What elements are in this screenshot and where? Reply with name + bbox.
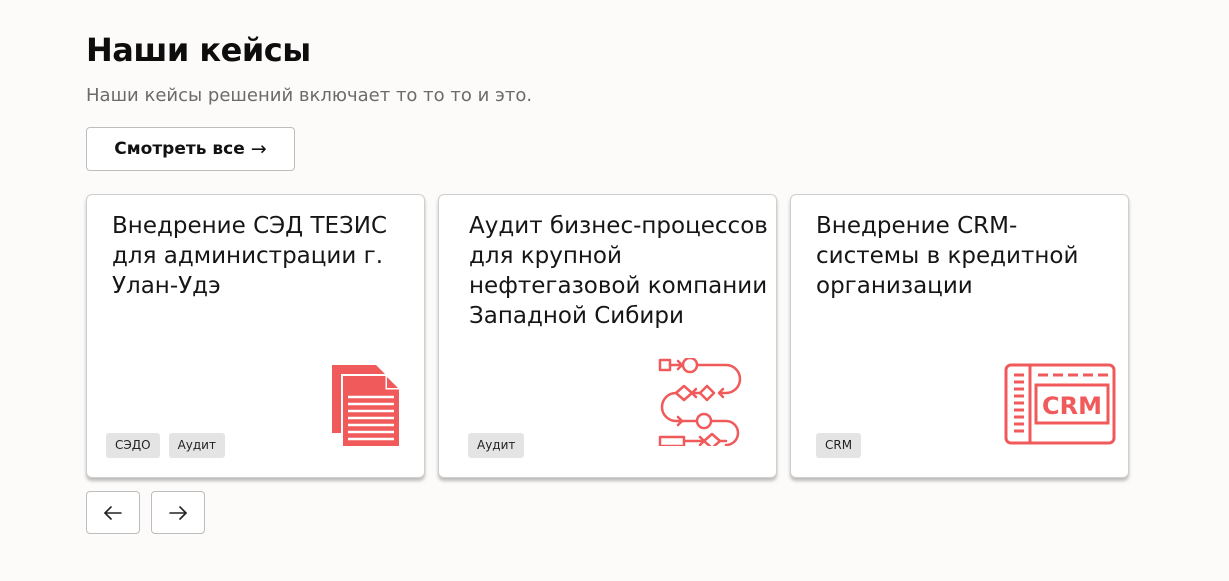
case-card[interactable]: Внедрение СЭД ТЕЗИС для администрации г.… <box>86 194 425 478</box>
case-card-title: Аудит бизнес-процессов для крупной нефте… <box>469 213 768 329</box>
section-subtitle: Наши кейсы решений включает то то то и э… <box>86 85 533 106</box>
tag[interactable]: Аудит <box>468 433 525 458</box>
case-card[interactable]: Внедрение CRM-системы в кредитной органи… <box>790 194 1129 478</box>
tag[interactable]: Аудит <box>168 433 225 458</box>
view-all-button[interactable]: Смотреть все → <box>86 127 295 171</box>
case-card-title: Внедрение СЭД ТЕЗИС для администрации г.… <box>112 213 388 299</box>
crm-icon: CRM <box>1004 363 1116 445</box>
view-all-label: Смотреть все <box>114 139 245 159</box>
case-card-title: Внедрение CRM-системы в кредитной органи… <box>816 213 1079 299</box>
arrow-right-icon <box>169 505 187 520</box>
tag[interactable]: CRM <box>816 433 862 458</box>
process-flow-icon <box>658 358 742 446</box>
section-title: Наши кейсы <box>86 31 311 69</box>
arrow-right-icon: → <box>250 138 267 160</box>
case-card[interactable]: Аудит бизнес-процессов для крупной нефте… <box>438 194 777 478</box>
cases-carousel: Внедрение СЭД ТЕЗИС для администрации г.… <box>86 194 1129 478</box>
carousel-navigation <box>86 491 205 534</box>
cases-section: Наши кейсы Наши кейсы решений включает т… <box>86 30 1146 534</box>
tag[interactable]: СЭДО <box>106 433 160 458</box>
case-card-tags: CRM <box>816 433 862 458</box>
case-card-tags: Аудит <box>468 433 525 458</box>
case-card-tags: СЭДО Аудит <box>106 433 225 458</box>
prev-button[interactable] <box>86 491 140 534</box>
arrow-left-icon <box>104 505 122 520</box>
crm-icon-text: CRM <box>1042 392 1102 420</box>
next-button[interactable] <box>151 491 205 534</box>
documents-icon <box>332 365 401 447</box>
